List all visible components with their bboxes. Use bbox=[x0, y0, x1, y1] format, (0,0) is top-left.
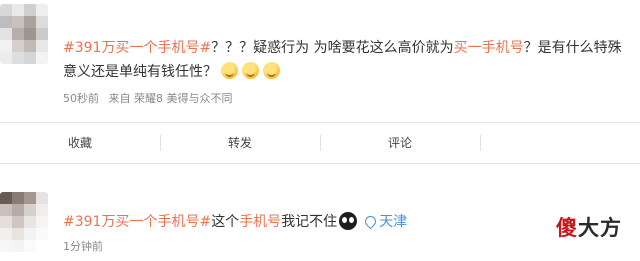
post-time[interactable]: 1分钟前 bbox=[63, 240, 103, 253]
post-source: 来自 荣耀8 美得与众不同 bbox=[108, 92, 233, 105]
smile-icon bbox=[221, 62, 239, 79]
post-text-part: 这个 bbox=[211, 214, 240, 230]
favorite-button[interactable]: 收藏 bbox=[0, 123, 160, 163]
ghost-face-icon bbox=[339, 212, 358, 230]
like-button[interactable] bbox=[480, 123, 640, 163]
location-pin-icon bbox=[362, 213, 379, 230]
post-text-part: ？？？疑惑行为 为啥要花这么高价就为 bbox=[211, 40, 454, 56]
watermark-rest: 大方 bbox=[578, 215, 622, 240]
smile-icon bbox=[242, 62, 260, 79]
post-text: #391万买一个手机号#这个手机号我记不住 天津 bbox=[63, 210, 626, 234]
watermark-logo: 傻大方 bbox=[556, 212, 622, 242]
topic-link[interactable]: #391万买一个手机号# bbox=[63, 40, 211, 56]
comment-button[interactable]: 评论 bbox=[320, 123, 480, 163]
keyword-link[interactable]: 手机号 bbox=[239, 214, 281, 230]
post-meta: 1分钟前 bbox=[63, 238, 109, 254]
post-text: #391万买一个手机号#？？？疑惑行为 为啥要花这么高价就为买一手机号？是有什么… bbox=[63, 36, 626, 84]
action-bar: 收藏 转发 评论 bbox=[0, 122, 640, 164]
avatar[interactable] bbox=[0, 192, 48, 252]
location-link[interactable]: 天津 bbox=[379, 214, 407, 230]
post-time[interactable]: 50秒前 bbox=[63, 92, 99, 105]
topic-link[interactable]: #391万买一个手机号# bbox=[63, 214, 211, 230]
watermark-first-char: 傻 bbox=[556, 215, 578, 240]
avatar[interactable] bbox=[0, 4, 48, 64]
keyword-link[interactable]: 买一手机号 bbox=[454, 40, 524, 56]
post-text-part: 我记不住 bbox=[281, 214, 338, 230]
favorite-label: 收藏 bbox=[67, 136, 92, 150]
repost-button[interactable]: 转发 bbox=[160, 123, 320, 163]
post-meta: 50秒前 来自 荣耀8 美得与众不同 bbox=[63, 90, 239, 106]
comment-label: 评论 bbox=[387, 136, 412, 150]
smile-icon bbox=[263, 62, 281, 79]
repost-label: 转发 bbox=[227, 136, 252, 150]
